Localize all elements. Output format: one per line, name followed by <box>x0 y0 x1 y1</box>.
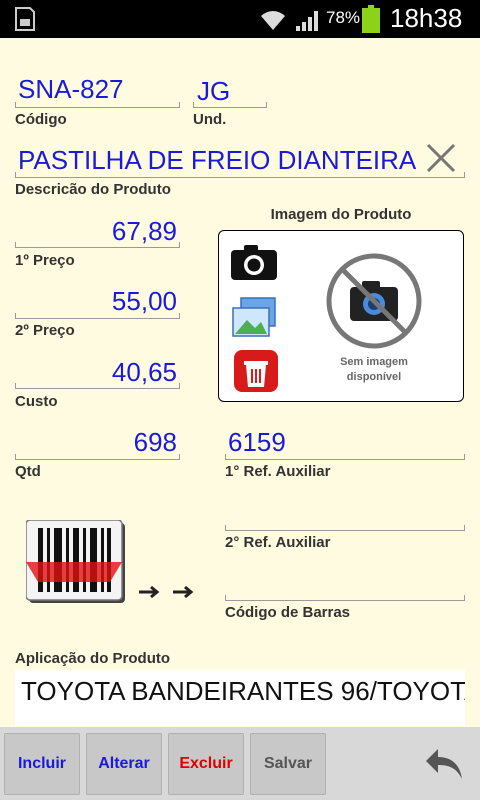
wifi-icon <box>261 11 285 30</box>
codigo-value[interactable]: SNA-827 <box>18 74 124 105</box>
descricao-label: Descricão do Produto <box>15 181 171 198</box>
qtd-label: Qtd <box>15 463 41 480</box>
camera-icon[interactable] <box>230 243 278 281</box>
aplicacao-label: Aplicação do Produto <box>15 650 171 667</box>
clear-icon[interactable] <box>425 142 457 174</box>
delete-image-icon[interactable] <box>233 349 279 393</box>
custo-underline <box>15 383 180 389</box>
aplicacao-value: TOYOTA BANDEIRANTES 96/TOYOTA <box>21 676 465 706</box>
ref2-underline <box>225 525 465 531</box>
qtd-underline <box>15 454 180 460</box>
alterar-button[interactable]: Alterar <box>86 733 162 795</box>
sd-card-icon <box>15 7 35 31</box>
ref1-underline <box>225 454 465 460</box>
battery-percent: 78% <box>326 8 361 27</box>
no-image-icon <box>326 253 422 349</box>
barcode-underline <box>225 595 465 601</box>
bottom-toolbar: Incluir Alterar Excluir Salvar <box>0 727 480 800</box>
codigo-underline <box>15 102 180 108</box>
barcode-scan-icon[interactable] <box>26 520 128 606</box>
arrows-icon <box>139 585 194 599</box>
status-bar: 78% 18h38 <box>0 0 480 38</box>
back-icon[interactable] <box>424 747 464 781</box>
custo-label: Custo <box>15 393 58 410</box>
codigo-label: Código <box>15 111 67 128</box>
image-panel-title: Imagem do Produto <box>270 206 412 223</box>
no-image-text-1: Sem imagem <box>340 356 408 368</box>
preco1-label: 1º Preço <box>15 252 75 269</box>
image-panel: Sem imagem disponível <box>218 230 464 402</box>
ref2-label: 2° Ref. Auxiliar <box>225 534 331 551</box>
battery-icon <box>362 5 380 33</box>
gallery-icon[interactable] <box>231 296 279 338</box>
aplicacao-field[interactable]: TOYOTA BANDEIRANTES 96/TOYOTA <box>15 670 465 726</box>
signal-icon <box>296 11 318 31</box>
no-image-text-2: disponível <box>346 371 402 383</box>
incluir-button[interactable]: Incluir <box>4 733 80 795</box>
barcode-label: Código de Barras <box>225 604 351 621</box>
descricao-underline <box>15 172 465 178</box>
preco2-underline <box>15 313 180 319</box>
salvar-button[interactable]: Salvar <box>250 733 326 795</box>
excluir-button[interactable]: Excluir <box>168 733 244 795</box>
clock: 18h38 <box>390 3 463 33</box>
und-underline <box>193 102 267 108</box>
preco2-label: 2º Preço <box>15 322 75 339</box>
ref1-label: 1° Ref. Auxiliar <box>225 463 331 480</box>
preco1-underline <box>15 242 180 248</box>
und-label: Und. <box>193 111 227 128</box>
